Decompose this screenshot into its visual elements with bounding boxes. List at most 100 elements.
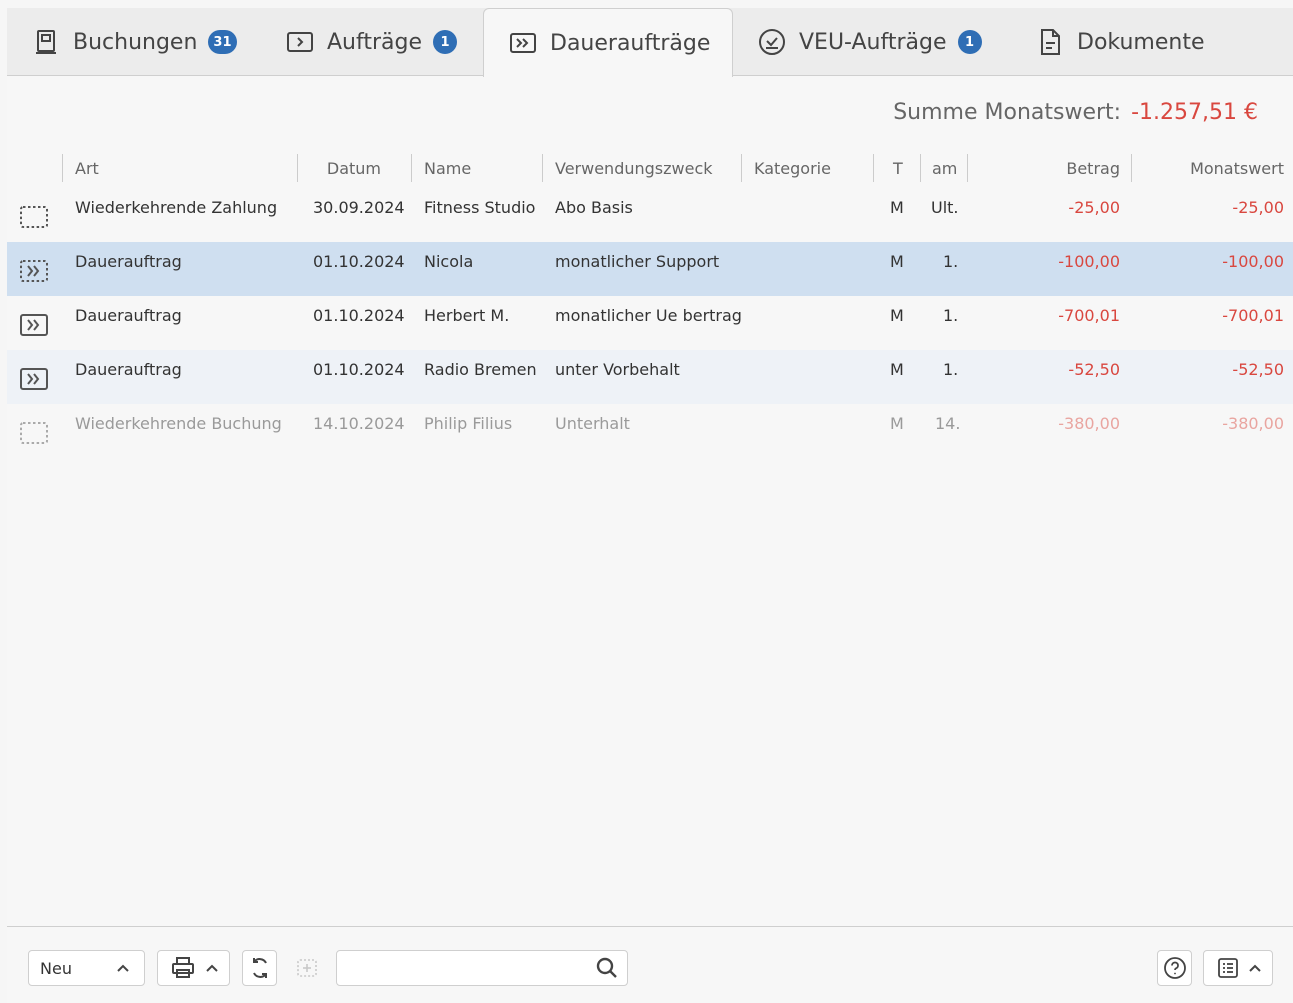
cell-monatswert: -100,00: [1222, 252, 1284, 271]
check-circle-icon: [757, 27, 787, 57]
help-button[interactable]: [1157, 950, 1192, 986]
table-row[interactable]: Dauerauftrag 01.10.2024 Radio Bremen unt…: [7, 350, 1293, 404]
chevron-up-icon: [1249, 964, 1261, 972]
cell-datum: 01.10.2024: [313, 360, 405, 379]
column-kategorie[interactable]: Kategorie: [754, 154, 831, 184]
standing-order-icon: [508, 28, 538, 58]
cell-datum: 01.10.2024: [313, 306, 405, 325]
document-icon: [1035, 27, 1065, 57]
cell-t: M: [890, 306, 904, 325]
refresh-button[interactable]: [242, 950, 277, 986]
column-verwendungszweck[interactable]: Verwendungszweck: [555, 154, 713, 184]
cell-art: Dauerauftrag: [75, 252, 182, 271]
tab-label: Dokumente: [1077, 29, 1205, 55]
cell-monatswert: -700,01: [1222, 306, 1284, 325]
cell-art: Dauerauftrag: [75, 306, 182, 325]
chevron-up-icon: [206, 964, 218, 972]
tab-label: VEU-Aufträge: [799, 29, 947, 55]
column-datum[interactable]: Datum: [297, 154, 381, 184]
cell-am: Ult.: [931, 198, 959, 217]
column-monatswert[interactable]: Monatswert: [1147, 154, 1284, 184]
column-art[interactable]: Art: [75, 154, 99, 184]
cell-t: M: [890, 414, 904, 433]
tab-bar: Buchungen 31 Aufträge 1 Daueraufträge VE…: [7, 8, 1293, 77]
cell-t: M: [890, 198, 904, 217]
sync-icon: [252, 958, 267, 978]
column-separator[interactable]: [920, 154, 921, 182]
cell-betrag: -52,50: [1068, 360, 1120, 379]
add-from-template-button[interactable]: [289, 950, 324, 986]
monthly-sum-value: -1.257,51 €: [1131, 100, 1258, 125]
column-separator[interactable]: [542, 154, 543, 182]
tab-auftraege[interactable]: Aufträge 1: [285, 8, 458, 76]
app-frame: Buchungen 31 Aufträge 1 Daueraufträge VE…: [7, 8, 1293, 1003]
cell-verwendungszweck: Abo Basis: [555, 198, 633, 217]
column-separator[interactable]: [62, 154, 63, 182]
count-badge: 1: [957, 30, 982, 54]
cell-am: 14.: [935, 414, 961, 433]
tab-dokumente[interactable]: Dokumente: [1035, 8, 1204, 76]
cell-name: Radio Bremen: [424, 360, 537, 379]
column-name[interactable]: Name: [424, 154, 471, 184]
cell-monatswert: -25,00: [1232, 198, 1284, 217]
cell-monatswert: -380,00: [1222, 414, 1284, 433]
new-button[interactable]: Neu: [28, 950, 145, 986]
tab-label: Aufträge: [327, 29, 423, 55]
cell-t: M: [890, 252, 904, 271]
cell-am: 1.: [943, 360, 959, 379]
magic-add-icon: [296, 959, 317, 977]
recurring-standing-order-icon: [20, 260, 48, 282]
column-separator[interactable]: [967, 154, 968, 182]
cell-verwendungszweck: unter Vorbehalt: [555, 360, 680, 379]
table-row[interactable]: Wiederkehrende Zahlung 30.09.2024 Fitnes…: [7, 188, 1293, 242]
column-separator[interactable]: [741, 154, 742, 182]
cell-datum: 14.10.2024: [313, 414, 405, 433]
transfer-icon: [285, 27, 315, 57]
search-input[interactable]: [337, 951, 587, 985]
cell-verwendungszweck: Unterhalt: [555, 414, 630, 433]
list-details-icon: [1218, 958, 1238, 978]
table-row[interactable]: Dauerauftrag 01.10.2024 Nicola monatlich…: [7, 242, 1293, 296]
column-separator[interactable]: [411, 154, 412, 182]
tab-label: Buchungen: [73, 29, 198, 55]
monthly-sum: Summe Monatswert: -1.257,51 €: [893, 100, 1258, 125]
column-t[interactable]: T: [893, 154, 903, 184]
cell-verwendungszweck: monatlicher Support: [555, 252, 720, 271]
cell-t: M: [890, 360, 904, 379]
table-row[interactable]: Wiederkehrende Buchung 14.10.2024 Philip…: [7, 404, 1293, 458]
count-badge: 1: [433, 30, 458, 54]
print-button[interactable]: [157, 950, 230, 986]
table-row[interactable]: Dauerauftrag 01.10.2024 Herbert M. monat…: [7, 296, 1293, 350]
help-icon: [1163, 957, 1186, 979]
cell-verwendungszweck: monatlicher Ue bertrag: [555, 306, 742, 325]
cell-art: Wiederkehrende Buchung: [75, 414, 282, 433]
tab-veu-auftraege[interactable]: VEU-Aufträge 1: [757, 8, 982, 76]
column-separator[interactable]: [1131, 154, 1132, 182]
cell-betrag: -700,01: [1058, 306, 1120, 325]
bottom-toolbar: Neu: [7, 926, 1293, 1003]
recurring-payment-icon: [20, 206, 48, 228]
list-view-button[interactable]: [1203, 950, 1273, 986]
cell-name: Herbert M.: [424, 306, 510, 325]
cell-betrag: -380,00: [1058, 414, 1120, 433]
table-header: Art Datum Name Verwendungszweck Kategori…: [7, 154, 1293, 184]
tab-dauerauftraege[interactable]: Daueraufträge: [483, 8, 734, 77]
cell-monatswert: -52,50: [1232, 360, 1284, 379]
chevron-up-icon: [117, 964, 129, 972]
count-badge: 31: [208, 30, 237, 54]
search-icon[interactable]: [595, 956, 619, 980]
cell-art: Dauerauftrag: [75, 360, 182, 379]
column-betrag[interactable]: Betrag: [1007, 154, 1120, 184]
column-separator[interactable]: [873, 154, 874, 182]
cell-betrag: -100,00: [1058, 252, 1120, 271]
new-button-label: Neu: [40, 958, 72, 978]
cell-am: 1.: [943, 252, 959, 271]
cell-datum: 30.09.2024: [313, 198, 405, 217]
cell-name: Nicola: [424, 252, 474, 271]
column-am[interactable]: am: [932, 154, 957, 184]
tab-buchungen[interactable]: Buchungen 31: [31, 8, 237, 76]
cell-name: Fitness Studio: [424, 198, 536, 217]
cell-datum: 01.10.2024: [313, 252, 405, 271]
recurring-booking-icon: [20, 422, 48, 444]
cell-name: Philip Filius: [424, 414, 513, 433]
